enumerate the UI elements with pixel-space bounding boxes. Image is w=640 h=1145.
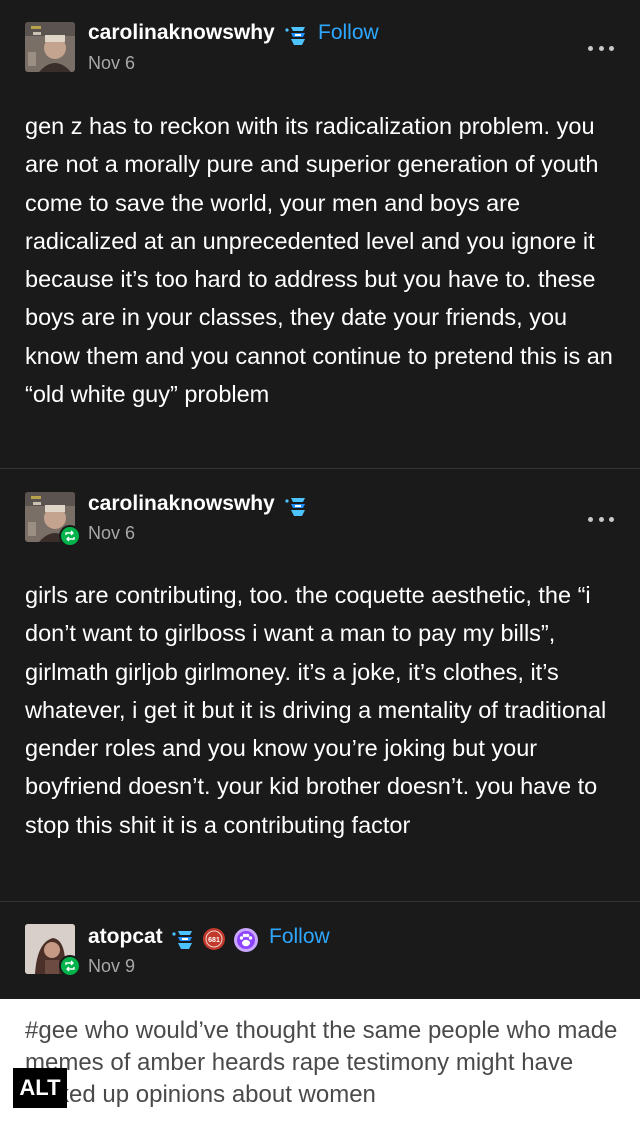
post-original: carolinaknowswhy Follow Nov 6 gen z has … — [0, 0, 640, 468]
avatar-carolinaknowswhy[interactable] — [25, 22, 75, 72]
reblog-icon — [59, 525, 81, 547]
tags-text: #gee who would’ve thought the same peopl… — [25, 1017, 618, 1108]
blue-checkmark-badge-icon[interactable] — [283, 24, 309, 53]
post-username[interactable]: atopcat — [88, 925, 163, 949]
follow-button[interactable]: Follow — [269, 925, 330, 949]
red-badge-icon[interactable]: 681 — [202, 927, 226, 956]
post-body: girls are contributing, too. the coquett… — [25, 582, 607, 838]
post-date: Nov 6 — [88, 523, 136, 543]
reblog-icon — [59, 955, 81, 977]
alt-text-button[interactable]: ALT — [13, 1068, 67, 1108]
blue-checkmark-badge-icon[interactable] — [283, 495, 309, 524]
post-reblog-tags: atopcat 681 Follow Nov 9 #gee who would’… — [0, 902, 640, 1145]
post-username[interactable]: carolinaknowswhy — [88, 21, 275, 45]
red-badge-text: 681 — [208, 937, 220, 944]
post-username[interactable]: carolinaknowswhy — [88, 492, 275, 516]
post-date: Nov 9 — [88, 956, 136, 976]
blue-checkmark-badge-icon[interactable] — [170, 928, 196, 957]
follow-button[interactable]: Follow — [318, 21, 379, 45]
post-date: Nov 6 — [88, 53, 136, 73]
post-body: gen z has to reckon with its radicalizat… — [25, 113, 613, 408]
paw-badge-icon[interactable] — [233, 927, 259, 958]
tags-image[interactable]: #gee who would’ve thought the same peopl… — [0, 999, 640, 1145]
more-options-icon[interactable] — [588, 44, 614, 52]
post-reblog: carolinaknowswhy Nov 6 girls are contrib… — [0, 469, 640, 901]
more-options-icon[interactable] — [588, 515, 614, 523]
